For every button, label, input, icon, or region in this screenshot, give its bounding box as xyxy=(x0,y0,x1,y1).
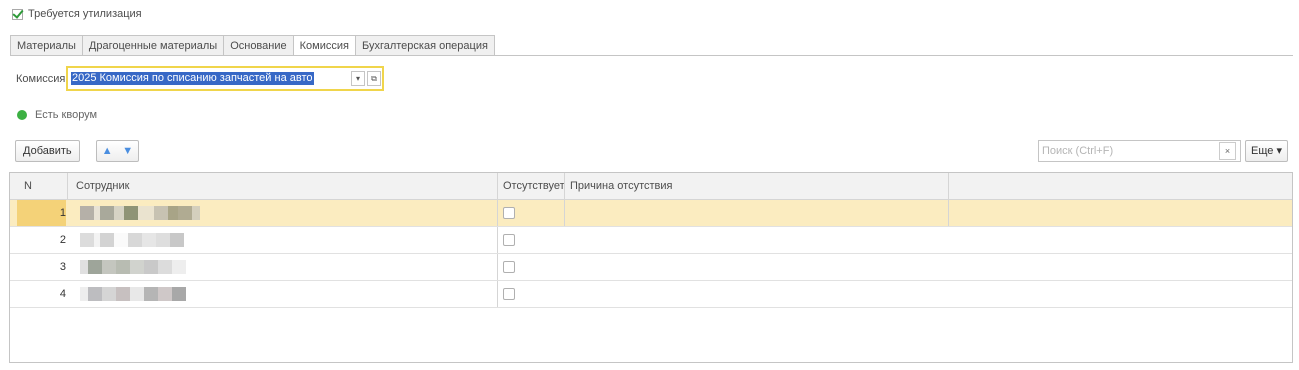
absent-checkbox[interactable] xyxy=(503,288,515,300)
clear-icon[interactable]: × xyxy=(1219,142,1236,160)
tabs-divider xyxy=(10,55,1293,56)
row-number: 1 xyxy=(17,200,66,226)
table-row[interactable]: 2 xyxy=(10,227,1292,254)
table-header: N Сотрудник Отсутствует Причина отсутств… xyxy=(10,173,1292,200)
column-divider xyxy=(497,254,498,280)
table-row[interactable]: 1 xyxy=(10,200,1292,227)
tab-commission[interactable]: Комиссия xyxy=(293,35,356,56)
absent-checkbox[interactable] xyxy=(503,261,515,273)
absent-checkbox[interactable] xyxy=(503,207,515,219)
column-divider xyxy=(497,281,498,307)
open-icon[interactable]: ⧉ xyxy=(367,71,381,86)
table-row[interactable]: 3 xyxy=(10,254,1292,281)
column-divider xyxy=(67,173,68,200)
tab-bar: Материалы Драгоценные материалы Основани… xyxy=(10,35,495,56)
column-header-n[interactable]: N xyxy=(24,173,32,199)
add-button[interactable]: Добавить xyxy=(15,140,80,162)
absent-checkbox[interactable] xyxy=(503,234,515,246)
column-header-absent[interactable]: Отсутствует xyxy=(503,173,565,199)
commission-field[interactable]: 2025 Комиссия по списанию запчастей на а… xyxy=(66,66,384,91)
employee-name-redacted xyxy=(80,206,200,220)
quorum-label: Есть кворум xyxy=(35,109,98,121)
checkbox-checked-icon[interactable] xyxy=(12,8,23,20)
chevron-down-icon[interactable]: ▾ xyxy=(351,71,365,86)
recycling-required-checkbox[interactable]: Требуется утилизация xyxy=(12,8,142,20)
row-number: 3 xyxy=(59,261,66,273)
recycling-required-label: Требуется утилизация xyxy=(28,8,142,20)
column-divider xyxy=(497,200,498,226)
move-buttons: ▲ ▼ xyxy=(96,140,139,162)
arrow-down-icon[interactable]: ▼ xyxy=(118,141,139,161)
column-header-absence-reason[interactable]: Причина отсутствия xyxy=(570,173,672,199)
column-divider xyxy=(497,227,498,253)
employee-name-redacted xyxy=(80,287,186,301)
column-divider xyxy=(948,173,949,200)
tab-basis[interactable]: Основание xyxy=(224,35,294,56)
row-number: 4 xyxy=(59,288,66,300)
tab-accounting-operation[interactable]: Бухгалтерская операция xyxy=(355,35,495,56)
arrow-up-icon[interactable]: ▲ xyxy=(97,141,118,161)
search-input[interactable]: Поиск (Ctrl+F) xyxy=(1038,140,1241,162)
column-divider xyxy=(948,200,949,226)
column-divider xyxy=(497,173,498,200)
column-header-employee[interactable]: Сотрудник xyxy=(76,173,129,199)
employee-name-redacted xyxy=(80,233,184,247)
tab-precious-materials[interactable]: Драгоценные материалы xyxy=(82,35,225,56)
table-row[interactable]: 4 xyxy=(10,281,1292,308)
status-dot-icon xyxy=(17,110,27,120)
commission-members-table: N Сотрудник Отсутствует Причина отсутств… xyxy=(9,172,1293,363)
row-number: 2 xyxy=(59,234,66,246)
quorum-status: Есть кворум xyxy=(17,109,97,121)
more-button[interactable]: Еще ▾ xyxy=(1245,140,1288,162)
column-divider xyxy=(564,200,565,226)
commission-value[interactable]: 2025 Комиссия по списанию запчастей на а… xyxy=(71,72,314,85)
commission-label: Комиссия: xyxy=(16,73,69,85)
tab-materials[interactable]: Материалы xyxy=(10,35,83,56)
column-divider xyxy=(564,173,565,200)
employee-name-redacted xyxy=(80,260,186,274)
